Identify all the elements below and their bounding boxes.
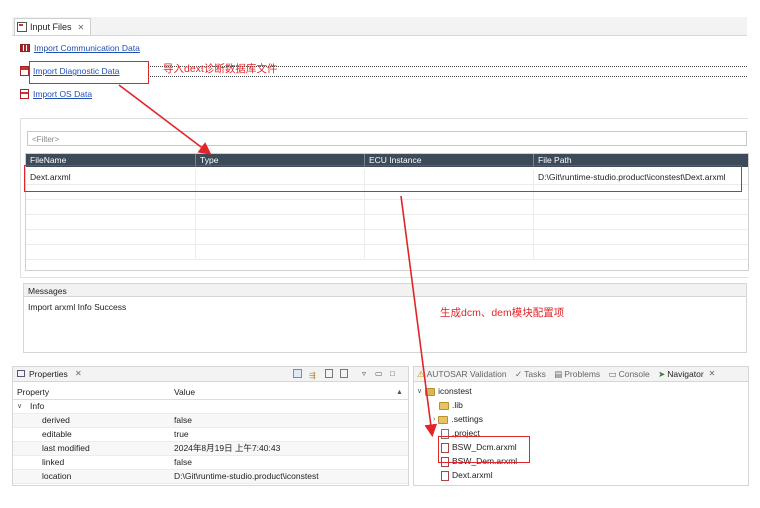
- arrow-to-navigator: [400, 195, 438, 438]
- annotation-arrows: [118, 84, 438, 438]
- arrow-to-table: [118, 84, 212, 155]
